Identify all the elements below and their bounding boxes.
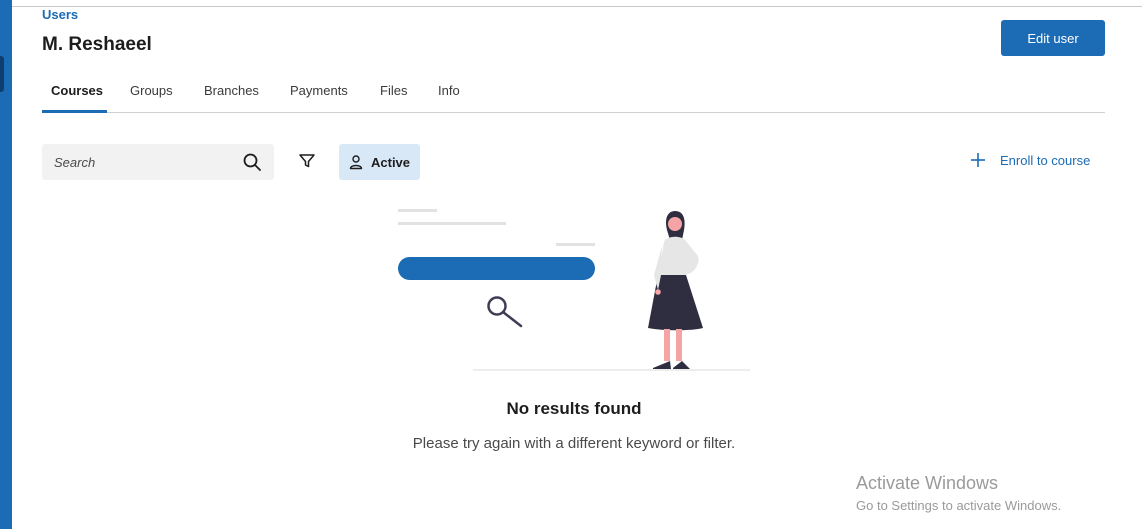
status-filter-chip[interactable]: Active — [339, 144, 420, 180]
windows-activation-watermark: Activate Windows Go to Settings to activ… — [856, 473, 1061, 513]
plus-icon — [971, 153, 985, 167]
empty-state-title: No results found — [506, 399, 642, 418]
tab-payments[interactable]: Payments — [290, 83, 348, 111]
tab-courses[interactable]: Courses — [51, 83, 103, 111]
page-title: M. Reshaeel — [42, 34, 152, 55]
tab-files[interactable]: Files — [380, 83, 407, 111]
active-tab-indicator — [42, 110, 107, 113]
empty-state-message: Please try again with a different keywor… — [412, 435, 736, 452]
search-box — [42, 144, 274, 180]
tab-info[interactable]: Info — [438, 83, 460, 111]
enroll-to-course-button[interactable]: Enroll to course — [970, 150, 1090, 170]
sidebar-toggle-handle[interactable] — [0, 56, 4, 92]
status-chip-label: Active — [371, 154, 411, 170]
search-input[interactable] — [42, 144, 232, 180]
tab-groups[interactable]: Groups — [130, 83, 173, 111]
tab-branches[interactable]: Branches — [204, 83, 259, 111]
watermark-title: Activate Windows — [856, 473, 999, 493]
edit-user-button[interactable]: Edit user — [1001, 20, 1105, 56]
search-icon[interactable] — [242, 152, 262, 172]
enroll-label: Enroll to course — [1000, 152, 1091, 168]
tab-bar: Courses Groups Branches Payments Files I… — [42, 76, 1105, 113]
filter-icon[interactable] — [297, 151, 317, 171]
empty-state-illustration — [398, 209, 750, 371]
top-divider — [12, 6, 1142, 7]
breadcrumb-users[interactable]: Users — [42, 7, 78, 22]
watermark-subtitle: Go to Settings to activate Windows. — [856, 498, 1062, 513]
user-icon — [349, 155, 363, 170]
